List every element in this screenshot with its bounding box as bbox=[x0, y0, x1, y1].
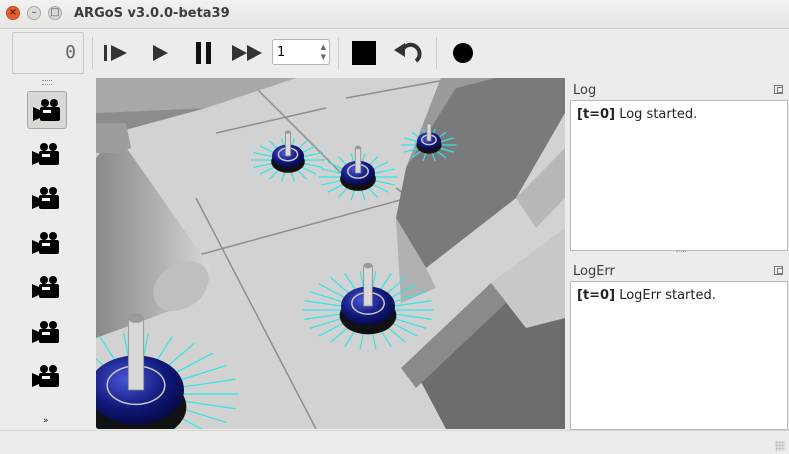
logerr-entry-message: LogErr started. bbox=[619, 288, 716, 303]
spin-up-icon[interactable]: ▲ bbox=[321, 43, 326, 51]
pause-icon bbox=[196, 42, 211, 64]
log-entry-time: [t=0] bbox=[577, 107, 616, 122]
stop-icon bbox=[352, 41, 376, 65]
camera-button-3[interactable] bbox=[27, 180, 67, 218]
toolbar-grip[interactable] bbox=[42, 80, 52, 85]
window-title: ARGoS v3.0.0-beta39 bbox=[74, 6, 230, 21]
log-entry-message: Log started. bbox=[619, 107, 698, 122]
log-output[interactable]: [t=0] Log started. bbox=[570, 100, 788, 251]
play-icon bbox=[153, 45, 168, 61]
video-camera-icon bbox=[32, 142, 59, 165]
toolbar-separator bbox=[436, 37, 437, 69]
video-camera-icon bbox=[33, 99, 60, 121]
camera-button-2[interactable] bbox=[27, 136, 67, 174]
camera-button-1[interactable] bbox=[27, 91, 67, 129]
camera-button-7[interactable] bbox=[27, 358, 67, 396]
panel-splitter[interactable] bbox=[676, 251, 686, 255]
spin-down-icon[interactable]: ▼ bbox=[321, 53, 326, 61]
log-panel-header: Log bbox=[570, 80, 789, 102]
logerr-entry-time: [t=0] bbox=[577, 288, 616, 303]
step-icon bbox=[104, 45, 127, 61]
step-size-spinbox[interactable]: ▲ ▼ bbox=[272, 39, 330, 65]
reset-button[interactable] bbox=[391, 37, 425, 69]
title-bar: × – □ ARGoS v3.0.0-beta39 bbox=[0, 0, 789, 29]
resize-grip[interactable] bbox=[775, 441, 785, 451]
detach-log-panel-icon[interactable] bbox=[774, 85, 783, 94]
fast-forward-icon bbox=[232, 45, 262, 61]
play-button[interactable] bbox=[143, 37, 177, 69]
camera-button-4[interactable] bbox=[27, 225, 67, 263]
record-icon bbox=[453, 43, 473, 63]
step-size-input[interactable] bbox=[277, 43, 313, 61]
step-button[interactable] bbox=[101, 37, 135, 69]
camera-button-6[interactable] bbox=[27, 314, 67, 352]
camera-toolbar: » bbox=[0, 78, 95, 430]
more-cameras-chevron-icon[interactable]: » bbox=[43, 416, 49, 426]
minimize-window-button[interactable]: – bbox=[27, 6, 41, 20]
video-camera-icon bbox=[32, 231, 59, 254]
reset-icon bbox=[394, 42, 422, 63]
log-panel-title: Log bbox=[573, 83, 597, 98]
simulation-toolbar: 0 ▲ ▼ bbox=[0, 29, 789, 77]
logerr-output[interactable]: [t=0] LogErr started. bbox=[570, 281, 788, 430]
toolbar-separator bbox=[338, 37, 339, 69]
video-camera-icon bbox=[32, 320, 59, 343]
step-counter-display: 0 bbox=[12, 32, 84, 74]
toolbar-separator bbox=[92, 37, 93, 69]
status-bar bbox=[0, 430, 789, 454]
arena-scene bbox=[96, 78, 565, 429]
stop-button[interactable] bbox=[347, 37, 381, 69]
record-button[interactable] bbox=[446, 37, 480, 69]
maximize-window-button[interactable]: □ bbox=[48, 6, 62, 20]
video-camera-icon bbox=[32, 276, 59, 298]
fast-forward-button[interactable] bbox=[229, 37, 263, 69]
video-camera-icon bbox=[32, 187, 59, 209]
step-counter-value: 0 bbox=[65, 42, 77, 63]
pause-button[interactable] bbox=[187, 37, 221, 69]
simulation-3d-viewport[interactable] bbox=[96, 78, 565, 429]
video-camera-icon bbox=[32, 365, 59, 387]
close-window-button[interactable]: × bbox=[6, 6, 20, 20]
camera-button-5[interactable] bbox=[27, 269, 67, 307]
detach-logerr-panel-icon[interactable] bbox=[774, 266, 783, 275]
logerr-panel-header: LogErr bbox=[570, 261, 789, 283]
logerr-panel-title: LogErr bbox=[573, 264, 615, 279]
